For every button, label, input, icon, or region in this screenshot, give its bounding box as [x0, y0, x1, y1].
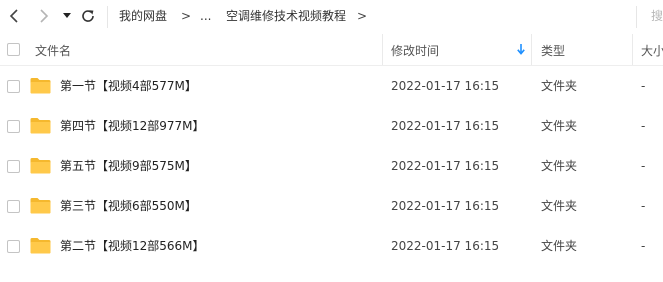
column-size[interactable]: 大小	[641, 43, 663, 59]
file-type: 文件夹	[541, 79, 578, 93]
column-modified[interactable]: 修改时间	[391, 43, 439, 59]
file-type: 文件夹	[541, 119, 578, 133]
chevron-right-icon	[40, 9, 49, 23]
toolbar: 我的网盘 > ... 空调维修技术视频教程 > 搜	[0, 0, 663, 34]
file-type: 文件夹	[541, 199, 578, 213]
file-size: -	[641, 79, 646, 93]
list-item[interactable]: 第一节【视频4部577M】 2022-01-17 16:15 文件夹 -	[0, 66, 663, 106]
file-name[interactable]: 第五节【视频9部575M】	[60, 158, 197, 174]
breadcrumb-ellipsis[interactable]: ...	[200, 8, 211, 24]
select-all-checkbox[interactable]	[7, 43, 20, 56]
row-checkbox[interactable]	[7, 160, 20, 173]
search-divider	[636, 6, 637, 28]
list-item[interactable]: 第五节【视频9部575M】 2022-01-17 16:15 文件夹 -	[0, 146, 663, 186]
row-checkbox[interactable]	[7, 200, 20, 213]
chevron-left-icon	[9, 9, 18, 23]
folder-icon	[30, 78, 51, 94]
row-checkbox[interactable]	[7, 80, 20, 93]
breadcrumb-current-folder[interactable]: 空调维修技术视频教程	[226, 8, 346, 24]
file-name[interactable]: 第三节【视频6部550M】	[60, 198, 197, 214]
file-size: -	[641, 119, 646, 133]
breadcrumb-separator-end[interactable]: >	[357, 8, 367, 24]
folder-icon	[30, 238, 51, 254]
file-type: 文件夹	[541, 239, 578, 253]
file-type: 文件夹	[541, 159, 578, 173]
folder-icon	[30, 118, 51, 134]
back-button[interactable]	[5, 6, 25, 26]
folder-icon	[30, 198, 51, 214]
list-item[interactable]: 第四节【视频12部977M】 2022-01-17 16:15 文件夹 -	[0, 106, 663, 146]
row-checkbox[interactable]	[7, 120, 20, 133]
row-checkbox[interactable]	[7, 240, 20, 253]
refresh-button[interactable]	[78, 6, 98, 26]
modified-date: 2022-01-17 16:15	[391, 239, 500, 253]
file-name[interactable]: 第一节【视频4部577M】	[60, 78, 197, 94]
file-list: 第一节【视频4部577M】 2022-01-17 16:15 文件夹 - 第四节…	[0, 66, 663, 266]
column-header: 文件名 修改时间 类型 大小	[0, 34, 663, 66]
list-item[interactable]: 第三节【视频6部550M】 2022-01-17 16:15 文件夹 -	[0, 186, 663, 226]
modified-date: 2022-01-17 16:15	[391, 119, 500, 133]
modified-date: 2022-01-17 16:15	[391, 199, 500, 213]
folder-icon	[30, 158, 51, 174]
sort-descending-icon[interactable]	[517, 44, 525, 55]
column-divider[interactable]	[632, 34, 633, 65]
breadcrumb-separator: >	[181, 9, 192, 23]
file-name[interactable]: 第二节【视频12部566M】	[60, 238, 205, 254]
list-item[interactable]: 第二节【视频12部566M】 2022-01-17 16:15 文件夹 -	[0, 226, 663, 266]
file-manager-window: 我的网盘 > ... 空调维修技术视频教程 > 搜 文件名 修改时间 类型 大小…	[0, 0, 663, 282]
file-name[interactable]: 第四节【视频12部977M】	[60, 118, 205, 134]
file-size: -	[641, 199, 646, 213]
forward-button[interactable]	[33, 6, 53, 26]
caret-down-icon	[63, 13, 71, 18]
column-divider[interactable]	[531, 34, 532, 65]
toolbar-divider	[107, 6, 108, 28]
history-dropdown-button[interactable]	[60, 6, 74, 26]
search-input[interactable]: 搜	[651, 8, 663, 24]
column-type[interactable]: 类型	[541, 43, 565, 59]
column-divider[interactable]	[382, 34, 383, 65]
file-size: -	[641, 239, 646, 253]
refresh-icon	[82, 10, 94, 22]
column-name[interactable]: 文件名	[35, 43, 71, 59]
breadcrumb-my-drive[interactable]: 我的网盘	[119, 8, 167, 24]
modified-date: 2022-01-17 16:15	[391, 79, 500, 93]
modified-date: 2022-01-17 16:15	[391, 159, 500, 173]
file-size: -	[641, 159, 646, 173]
